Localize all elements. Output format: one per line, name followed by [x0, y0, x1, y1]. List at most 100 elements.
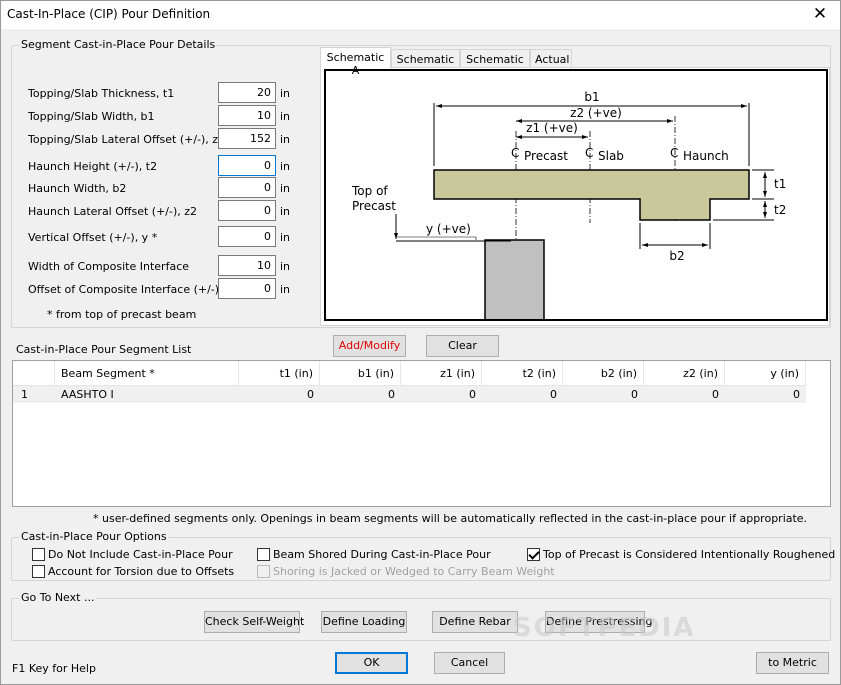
- torsion-label[interactable]: Account for Torsion due to Offsets: [48, 565, 234, 578]
- goto-group: [11, 598, 831, 641]
- y-input[interactable]: [218, 226, 276, 247]
- table-row[interactable]: 1 AASHTO I 0 0 0 0 0 0 0: [13, 386, 806, 403]
- y-unit: in: [280, 231, 291, 244]
- t1-unit: in: [280, 87, 291, 100]
- tab-schematic-b[interactable]: Schematic B: [391, 49, 460, 79]
- no-cip-checkbox[interactable]: [32, 548, 45, 561]
- b1-input[interactable]: [218, 105, 276, 126]
- schematic-drawing: b1 z2 (+ve) z1 (+ve) C Precast C Slab C …: [324, 69, 828, 322]
- col-beam-segment[interactable]: Beam Segment *: [55, 361, 239, 386]
- shored-label[interactable]: Beam Shored During Cast-in-Place Pour: [273, 548, 491, 561]
- field-label-b2: Haunch Width, b2: [28, 182, 127, 195]
- cl-haunch-glyph: C: [670, 146, 678, 160]
- col-t2[interactable]: t2 (in): [482, 361, 563, 386]
- check-self-weight-button[interactable]: Check Self-Weight: [204, 611, 304, 633]
- to-metric-button[interactable]: to Metric: [756, 652, 829, 674]
- z2-input[interactable]: [218, 200, 276, 221]
- col-t1[interactable]: t1 (in): [239, 361, 320, 386]
- b2-input[interactable]: [218, 177, 276, 198]
- add-modify-button[interactable]: Add/Modify: [333, 335, 406, 357]
- z1-unit: in: [280, 133, 291, 146]
- z2-unit: in: [280, 205, 291, 218]
- details-legend: Segment Cast-in-Place Pour Details: [19, 38, 218, 51]
- precast-cl-label: Precast: [524, 149, 568, 163]
- precast-beam-shape: [484, 239, 545, 322]
- field-label-z1: Topping/Slab Lateral Offset (+/-), z1: [28, 133, 226, 146]
- tab-actual[interactable]: Actual: [530, 49, 572, 69]
- field-label-t1: Topping/Slab Thickness, t1: [28, 87, 175, 100]
- b2-unit: in: [280, 182, 291, 195]
- top-of-label: Top of: [351, 184, 388, 198]
- ok-button[interactable]: OK: [335, 652, 408, 674]
- row-beam-segment: AASHTO I: [61, 388, 114, 401]
- jacked-checkbox[interactable]: [257, 565, 270, 578]
- define-loading-button[interactable]: Define Loading: [321, 611, 407, 633]
- composite-offset-unit: in: [280, 283, 291, 296]
- row-t2: 0: [550, 388, 557, 401]
- tab-schematic-a[interactable]: Schematic A: [320, 47, 391, 77]
- dialog-window: Cast-In-Place (CIP) Pour Definition ✕ Se…: [0, 0, 841, 685]
- y-offset-label: y (+ve): [426, 222, 471, 236]
- segment-list-header: Beam Segment * t1 (in) b1 (in) z1 (in) t…: [13, 361, 806, 386]
- cl-slab-glyph: C: [585, 146, 593, 160]
- col-b2[interactable]: b2 (in): [563, 361, 644, 386]
- window-title: Cast-In-Place (CIP) Pour Definition: [7, 7, 211, 21]
- options-legend: Cast-in-Place Pour Options: [19, 530, 169, 543]
- row-t1: 0: [307, 388, 314, 401]
- shored-checkbox[interactable]: [257, 548, 270, 561]
- field-label-b1: Topping/Slab Width, b1: [28, 110, 155, 123]
- composite-offset-input[interactable]: [218, 278, 276, 299]
- field-label-y: Vertical Offset (+/-), y *: [28, 231, 158, 244]
- b1-label: b1: [584, 90, 599, 104]
- segment-list-note: * user-defined segments only. Openings i…: [93, 512, 808, 525]
- schematic-svg: b1 z2 (+ve) z1 (+ve) C Precast C Slab C …: [351, 90, 786, 322]
- clear-button[interactable]: Clear: [426, 335, 499, 357]
- segment-list-table: Beam Segment * t1 (in) b1 (in) z1 (in) t…: [12, 360, 831, 507]
- cl-precast-glyph: C: [511, 146, 519, 160]
- t1-input[interactable]: [218, 82, 276, 103]
- help-hint: F1 Key for Help: [12, 662, 96, 675]
- segment-list-title: Cast-in-Place Pour Segment List: [16, 343, 192, 356]
- row-y: 0: [793, 388, 800, 401]
- z1-label: z1 (+ve): [526, 121, 578, 135]
- t2-input[interactable]: [218, 155, 276, 176]
- close-icon[interactable]: ✕: [804, 3, 836, 27]
- field-label-composite-offset: Offset of Composite Interface (+/-): [28, 283, 220, 296]
- roughened-checkbox[interactable]: [527, 548, 540, 561]
- define-rebar-button[interactable]: Define Rebar: [432, 611, 518, 633]
- roughened-label[interactable]: Top of Precast is Considered Intentional…: [543, 548, 835, 561]
- t2-unit: in: [280, 160, 291, 173]
- z1-input[interactable]: [218, 128, 276, 149]
- b1-unit: in: [280, 110, 291, 123]
- row-index: 1: [21, 388, 28, 401]
- goto-legend: Go To Next ...: [19, 591, 97, 604]
- slab-cl-label: Slab: [598, 149, 624, 163]
- field-label-composite-width: Width of Composite Interface: [28, 260, 190, 273]
- row-z1: 0: [469, 388, 476, 401]
- top-of-precast-label: Precast: [352, 199, 396, 213]
- title-bar: Cast-In-Place (CIP) Pour Definition ✕: [1, 1, 840, 29]
- b2-label: b2: [669, 249, 684, 263]
- field-label-t2: Haunch Height (+/-), t2: [28, 160, 158, 173]
- cancel-button[interactable]: Cancel: [434, 652, 505, 674]
- t2-label: t2: [774, 203, 786, 217]
- row-b1: 0: [388, 388, 395, 401]
- col-z1[interactable]: z1 (in): [401, 361, 482, 386]
- t1-label: t1: [774, 177, 786, 191]
- no-cip-label[interactable]: Do Not Include Cast-in-Place Pour: [48, 548, 233, 561]
- tab-schematic-c[interactable]: Schematic C: [460, 49, 530, 79]
- col-z2[interactable]: z2 (in): [644, 361, 725, 386]
- jacked-label[interactable]: Shoring is Jacked or Wedged to Carry Bea…: [273, 565, 555, 578]
- col-index: [13, 361, 55, 386]
- details-footnote: * from top of precast beam: [47, 308, 197, 321]
- slab-haunch-shape: [433, 169, 750, 221]
- haunch-cl-label: Haunch: [683, 149, 729, 163]
- col-y[interactable]: y (in): [725, 361, 806, 386]
- z2-label: z2 (+ve): [570, 106, 622, 120]
- col-b1[interactable]: b1 (in): [320, 361, 401, 386]
- composite-width-input[interactable]: [218, 255, 276, 276]
- watermark: SOFTPEDIA: [513, 613, 696, 643]
- torsion-checkbox[interactable]: [32, 565, 45, 578]
- row-b2: 0: [631, 388, 638, 401]
- field-label-z2: Haunch Lateral Offset (+/-), z2: [28, 205, 198, 218]
